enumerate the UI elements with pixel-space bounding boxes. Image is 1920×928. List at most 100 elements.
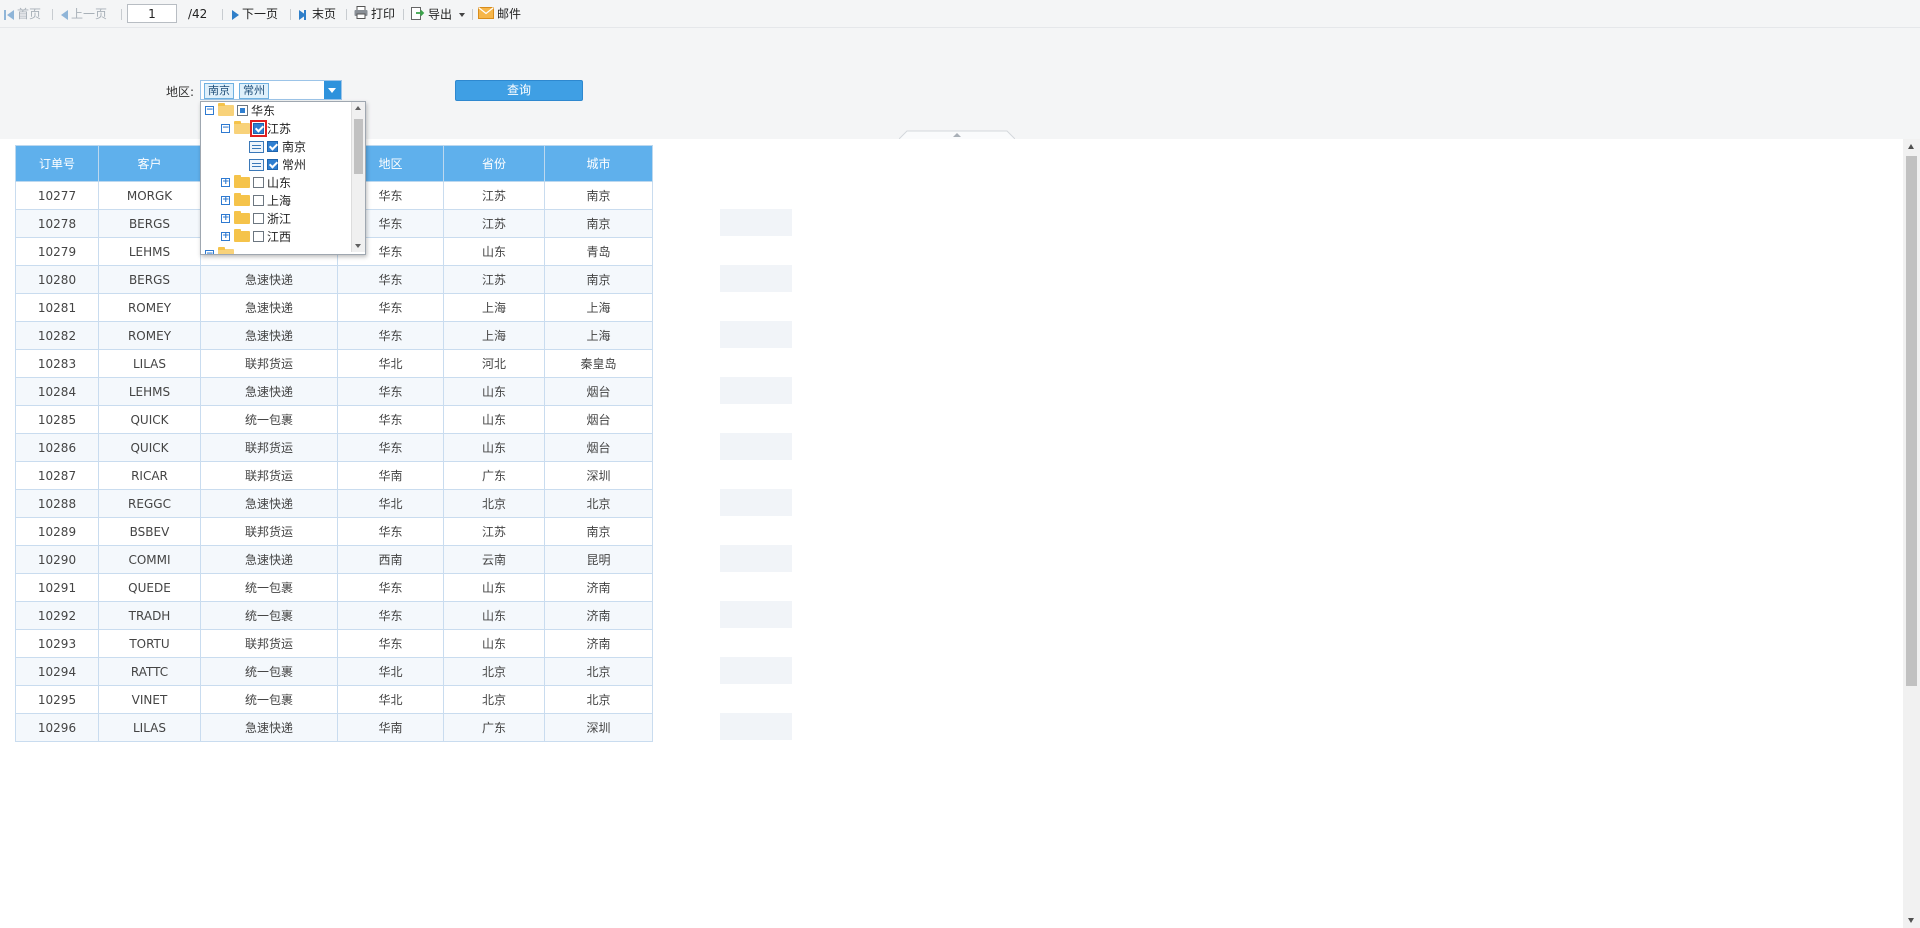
checkbox-jiangsu[interactable] — [250, 120, 267, 137]
dropdown-arrow-icon[interactable] — [324, 81, 341, 99]
table-cell: LEHMS — [98, 377, 201, 406]
table-row: 10290 COMMI 急速快递 西南 云南 昆明 — [15, 545, 653, 574]
print-button[interactable]: 打印 — [354, 6, 395, 22]
table-cell: 华东 — [337, 433, 444, 462]
expand-icon[interactable]: + — [221, 196, 230, 205]
table-cell: 济南 — [544, 601, 653, 630]
table-cell: 华东 — [337, 573, 444, 602]
table-cell: 10282 — [15, 321, 99, 350]
collapse-icon[interactable]: − — [205, 106, 214, 115]
scroll-up-icon[interactable] — [355, 106, 361, 110]
table-cell: 急速快递 — [200, 321, 338, 350]
table-cell: 深圳 — [544, 713, 653, 742]
side-column-cell — [720, 489, 792, 516]
region-tree-dropdown[interactable]: − 华东 − 江苏 南京 常州 + 山东 + 上海 + 浙江 + 江西 − — [200, 101, 366, 255]
selected-tag-nanjing[interactable]: 南京 — [204, 83, 234, 99]
table-cell: 统一包裹 — [200, 601, 338, 630]
query-button[interactable]: 查询 — [455, 80, 583, 101]
table-cell: LILAS — [98, 349, 201, 378]
tree-node-jiangsu[interactable]: − 江苏 — [221, 120, 345, 138]
table-row: 10286 QUICK 联邦货运 华东 山东 烟台 — [15, 433, 653, 462]
page-scrollbar[interactable] — [1903, 139, 1920, 928]
tree-scroll-thumb[interactable] — [354, 119, 363, 174]
checkbox-jiangxi[interactable] — [253, 231, 264, 242]
folder-open-icon — [218, 103, 234, 116]
tree-node-shanghai[interactable]: + 上海 — [221, 192, 345, 210]
table-cell: 南京 — [544, 517, 653, 546]
table-cell: TORTU — [98, 629, 201, 658]
tree-node-nanjing[interactable]: 南京 — [249, 138, 345, 156]
last-page-icon — [299, 7, 309, 23]
tree-node-changzhou[interactable]: 常州 — [249, 156, 345, 174]
table-cell: 济南 — [544, 629, 653, 658]
page-number-input[interactable] — [127, 4, 177, 23]
table-cell: QUICK — [98, 405, 201, 434]
expand-icon[interactable]: + — [221, 178, 230, 187]
mail-button[interactable]: 邮件 — [478, 6, 521, 22]
table-cell: 统一包裹 — [200, 405, 338, 434]
page-scroll-thumb[interactable] — [1906, 156, 1917, 686]
table-cell: 山东 — [443, 237, 545, 266]
table-cell: 急速快递 — [200, 293, 338, 322]
prev-page-button[interactable]: 上一页 — [61, 6, 107, 22]
first-page-button[interactable]: 首页 — [4, 6, 41, 22]
table-cell: 急速快递 — [200, 545, 338, 574]
table-cell: 华北 — [337, 685, 444, 714]
table-cell: LILAS — [98, 713, 201, 742]
chevron-down-icon — [458, 13, 465, 17]
table-cell: 10291 — [15, 573, 99, 602]
tree-scrollbar[interactable] — [351, 102, 365, 252]
table-cell: 昆明 — [544, 545, 653, 574]
table-cell: 西南 — [337, 545, 444, 574]
table-cell: 山东 — [443, 377, 545, 406]
report-toolbar: 首页 上一页 /42 下一页 末页 打印 导出 邮件 — [0, 0, 1920, 28]
tree-node-huadong[interactable]: − 华东 — [205, 102, 345, 120]
region-multiselect[interactable]: 南京 常州 — [200, 80, 342, 100]
table-cell: 急速快递 — [200, 265, 338, 294]
scroll-up-icon[interactable] — [1908, 144, 1914, 149]
total-pages: /42 — [188, 7, 208, 21]
export-button[interactable]: 导出 — [411, 6, 465, 22]
tree-node-zhejiang[interactable]: + 浙江 — [221, 210, 345, 228]
table-cell: 10280 — [15, 265, 99, 294]
table-cell: RICAR — [98, 461, 201, 490]
table-cell: 华北 — [337, 657, 444, 686]
table-cell: 10296 — [15, 713, 99, 742]
last-page-button[interactable]: 末页 — [299, 6, 336, 22]
scroll-down-icon[interactable] — [1908, 918, 1914, 923]
expand-icon[interactable]: + — [221, 214, 230, 223]
table-cell: 统一包裹 — [200, 573, 338, 602]
folder-open-icon — [218, 247, 234, 254]
checkbox-changzhou[interactable] — [267, 159, 278, 170]
checkbox-huadong[interactable] — [237, 105, 248, 116]
table-cell: 山东 — [443, 573, 545, 602]
table-cell: 上海 — [544, 293, 653, 322]
table-cell: 联邦货运 — [200, 461, 338, 490]
next-page-button[interactable]: 下一页 — [232, 6, 278, 22]
checkbox-shanghai[interactable] — [253, 195, 264, 206]
header-province: 省份 — [443, 145, 545, 182]
collapse-icon[interactable]: − — [221, 124, 230, 133]
expand-icon[interactable]: + — [221, 232, 230, 241]
table-cell: 华东 — [337, 629, 444, 658]
table-cell: 山东 — [443, 433, 545, 462]
table-cell: 10295 — [15, 685, 99, 714]
selected-tag-changzhou[interactable]: 常州 — [239, 83, 269, 99]
table-cell: 急速快递 — [200, 713, 338, 742]
collapse-panel-handle[interactable] — [899, 129, 1015, 139]
table-row: 10291 QUEDE 统一包裹 华东 山东 济南 — [15, 573, 653, 602]
folder-icon — [234, 211, 250, 224]
table-row: 10293 TORTU 联邦货运 华东 山东 济南 — [15, 629, 653, 658]
export-icon — [411, 6, 425, 24]
checkbox-zhejiang[interactable] — [253, 213, 264, 224]
table-cell: 烟台 — [544, 405, 653, 434]
table-cell: 华东 — [337, 377, 444, 406]
tree-node-shandong[interactable]: + 山东 — [221, 174, 345, 192]
scroll-down-icon[interactable] — [355, 244, 361, 248]
tree-node-jiangxi[interactable]: + 江西 — [221, 228, 345, 246]
side-column-cell — [720, 433, 792, 460]
table-cell: 急速快递 — [200, 377, 338, 406]
table-cell: 联邦货运 — [200, 629, 338, 658]
checkbox-shandong[interactable] — [253, 177, 264, 188]
checkbox-nanjing[interactable] — [267, 141, 278, 152]
